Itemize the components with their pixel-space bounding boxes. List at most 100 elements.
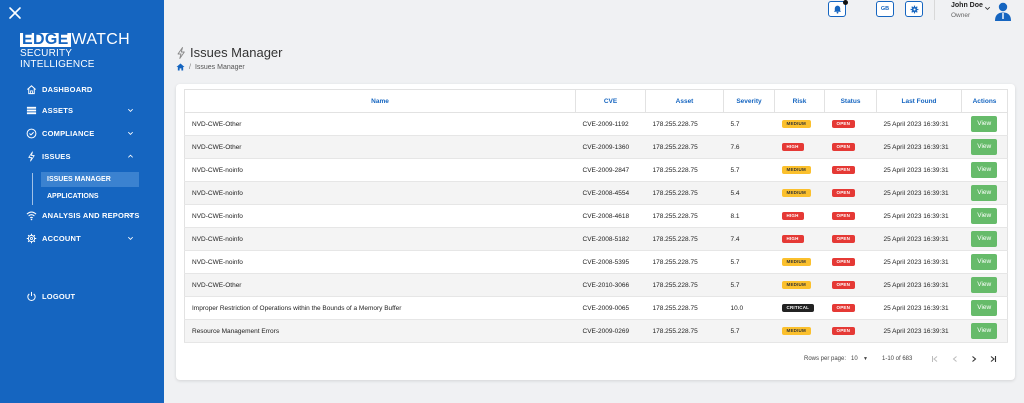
cell-status: OPEN xyxy=(824,181,877,205)
last-page-button[interactable] xyxy=(988,354,998,364)
cell-asset: 178.255.228.75 xyxy=(645,204,724,228)
status-badge: OPEN xyxy=(831,143,856,151)
settings-button[interactable] xyxy=(905,1,923,17)
pagination-range: 1-10 of 683 xyxy=(882,356,913,362)
notifications-button[interactable] xyxy=(828,0,848,17)
user-name[interactable]: John Doe xyxy=(951,2,983,9)
language-button[interactable]: GB xyxy=(876,1,894,17)
pagination: Rows per page: 10 ▼ 1-10 of 683 xyxy=(176,354,1015,366)
logout-label: LOGOUT xyxy=(42,291,76,301)
sidebar-subitem-applications[interactable]: APPLICATIONS xyxy=(41,189,139,204)
cell-status: OPEN xyxy=(824,227,877,251)
brand-name-part2: WATCH xyxy=(71,31,130,48)
sidebar-item-label: DASHBOARD xyxy=(42,84,93,94)
table-row[interactable]: NVD-CWE-noinfo CVE-2008-4554 178.255.228.7… xyxy=(184,181,1008,205)
column-header-last-found[interactable]: Last Found xyxy=(876,89,962,113)
language-label: GB xyxy=(880,6,890,12)
cell-actions: View xyxy=(961,135,1008,159)
prev-page-button[interactable] xyxy=(950,354,960,364)
status-badge: OPEN xyxy=(831,235,856,243)
view-button[interactable]: View xyxy=(971,231,998,247)
gear-icon xyxy=(26,233,37,243)
risk-badge: HIGH xyxy=(781,143,804,151)
cell-last-found: 25 April 2023 16:39:31 xyxy=(876,158,962,182)
rows-per-page-select[interactable]: 10 xyxy=(851,356,858,362)
cell-actions: View xyxy=(961,296,1008,320)
sidebar-item-compliance[interactable]: COMPLIANCE xyxy=(0,124,164,142)
submenu-indicator xyxy=(32,173,33,205)
cell-cve: CVE-2009-1192 xyxy=(575,112,646,136)
brand-logo: EDGE WATCH SECURITY INTELLIGENCE xyxy=(20,31,144,70)
status-badge: OPEN xyxy=(831,212,856,220)
column-header-asset[interactable]: Asset xyxy=(645,89,724,113)
cell-severity: 7.6 xyxy=(723,135,775,159)
table-row[interactable]: Improper Restriction of Operations withi… xyxy=(184,296,1008,320)
sidebar-subitem-issues-manager[interactable]: ISSUES MANAGER xyxy=(41,172,139,187)
view-button[interactable]: View xyxy=(971,185,998,201)
chevron-left-icon xyxy=(952,356,957,362)
wifi-icon xyxy=(26,211,37,220)
cell-last-found: 25 April 2023 16:39:31 xyxy=(876,250,962,274)
table-row[interactable]: NVD-CWE-noinfo CVE-2008-5182 178.255.228.7… xyxy=(184,227,1008,251)
cell-severity: 10.0 xyxy=(723,296,775,320)
column-header-severity[interactable]: Severity xyxy=(723,89,775,113)
view-button[interactable]: View xyxy=(971,277,998,293)
column-header-risk[interactable]: Risk xyxy=(774,89,825,113)
column-header-name[interactable]: Name xyxy=(184,89,576,113)
first-page-button[interactable] xyxy=(930,354,940,364)
check-circle-icon xyxy=(26,128,37,138)
cell-severity: 5.7 xyxy=(723,250,775,274)
cell-actions: View xyxy=(961,112,1008,136)
view-button[interactable]: View xyxy=(971,323,998,339)
topbar: GB John Doe Owner xyxy=(164,0,1024,22)
cell-risk: MEDIUM xyxy=(774,181,825,205)
risk-badge: MEDIUM xyxy=(781,258,811,266)
cell-cve: CVE-2008-5182 xyxy=(575,227,646,251)
cell-severity: 5.7 xyxy=(723,319,775,343)
table-row[interactable]: NVD-CWE-noinfo CVE-2009-2847 178.255.228.7… xyxy=(184,158,1008,182)
view-button[interactable]: View xyxy=(971,116,998,132)
power-icon xyxy=(27,291,36,301)
table-row[interactable]: NVD-CWE-noinfo CVE-2008-5395 178.255.228.7… xyxy=(184,250,1008,274)
status-badge: OPEN xyxy=(831,258,856,266)
sidebar-item-assets[interactable]: ASSETS xyxy=(0,101,164,119)
cell-severity: 7.4 xyxy=(723,227,775,251)
next-page-button[interactable] xyxy=(969,354,979,364)
risk-badge: MEDIUM xyxy=(781,120,811,128)
status-badge: OPEN xyxy=(831,304,856,312)
sidebar-item-account[interactable]: ACCOUNT xyxy=(0,229,164,247)
caret-down-icon[interactable]: ▼ xyxy=(863,356,868,362)
table-row[interactable]: NVD-CWE-noinfo CVE-2008-4618 178.255.228.7… xyxy=(184,204,1008,228)
sidebar-item-dashboard[interactable]: DASHBOARD xyxy=(0,80,164,98)
cell-risk: HIGH xyxy=(774,204,825,228)
status-badge: OPEN xyxy=(831,327,856,335)
close-icon[interactable] xyxy=(8,6,22,20)
table-row[interactable]: NVD-CWE-Other CVE-2009-1360 178.255.228.75… xyxy=(184,135,1008,159)
view-button[interactable]: View xyxy=(971,162,998,178)
table-row[interactable]: NVD-CWE-Other CVE-2009-1192 178.255.228.75… xyxy=(184,112,1008,136)
table-row[interactable]: NVD-CWE-Other CVE-2010-3066 178.255.228.75… xyxy=(184,273,1008,297)
cell-actions: View xyxy=(961,319,1008,343)
view-button[interactable]: View xyxy=(971,300,998,316)
cell-status: OPEN xyxy=(824,158,877,182)
sidebar-item-label: COMPLIANCE xyxy=(42,128,95,138)
table-row[interactable]: Resource Management Errors CVE-2009-0269 1… xyxy=(184,319,1008,343)
cell-severity: 5.7 xyxy=(723,158,775,182)
view-button[interactable]: View xyxy=(971,254,998,270)
column-header-status[interactable]: Status xyxy=(824,89,877,113)
chevron-down-icon xyxy=(128,236,133,240)
sidebar-item-analysis-and-reports[interactable]: ANALYSIS AND REPORTS xyxy=(0,206,164,224)
view-button[interactable]: View xyxy=(971,139,998,155)
list-icon xyxy=(26,106,37,114)
home-icon[interactable] xyxy=(176,63,185,71)
chevron-down-icon[interactable] xyxy=(984,5,991,12)
column-header-cve[interactable]: CVE xyxy=(575,89,646,113)
cell-risk: MEDIUM xyxy=(774,250,825,274)
avatar[interactable] xyxy=(993,1,1013,21)
cell-actions: View xyxy=(961,250,1008,274)
logout-button[interactable]: LOGOUT xyxy=(0,287,164,305)
sidebar-item-issues[interactable]: ISSUES xyxy=(0,147,164,165)
home-icon xyxy=(27,84,36,94)
view-button[interactable]: View xyxy=(971,208,998,224)
brand-name-part1: EDGE xyxy=(20,31,71,48)
